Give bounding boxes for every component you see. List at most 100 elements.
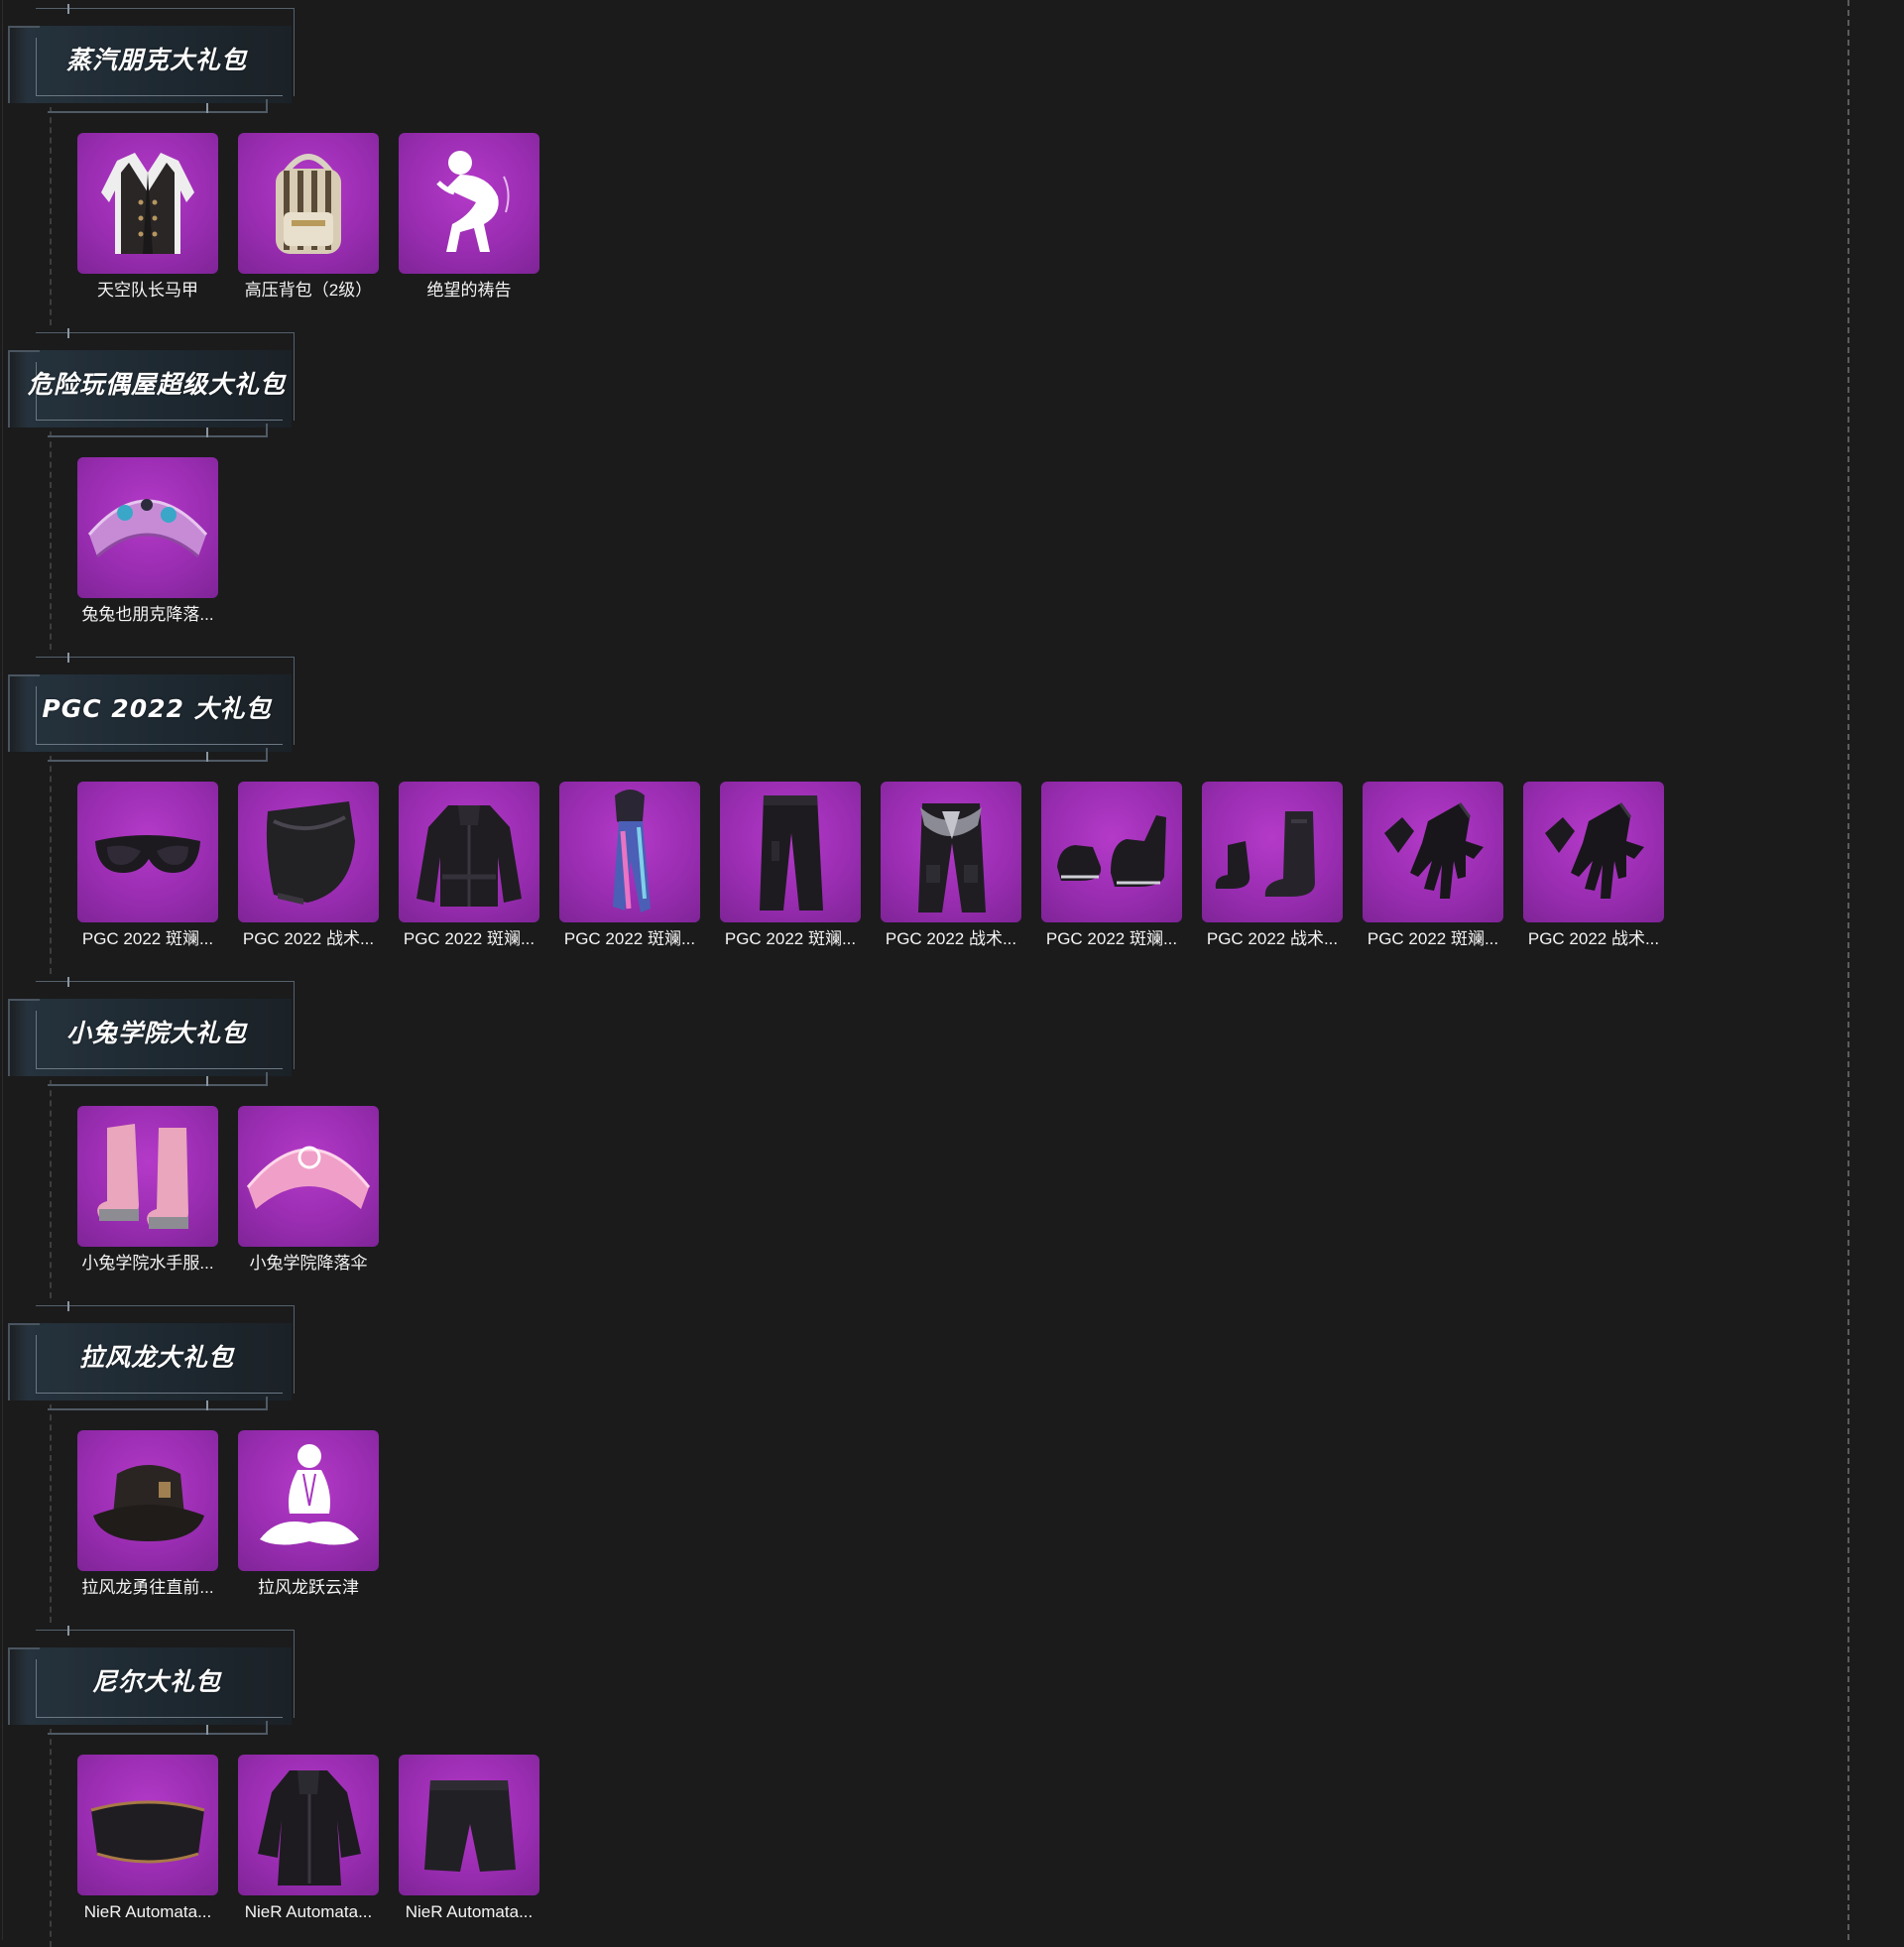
header-frame-tick — [67, 4, 69, 14]
reward-item[interactable]: 小兔学院水手服... — [77, 1106, 222, 1275]
reward-item[interactable]: 小兔学院降落伞 — [238, 1106, 383, 1275]
section-dashed-rail — [50, 1080, 52, 1298]
blindfold-icon — [90, 1800, 205, 1864]
item-tile[interactable] — [238, 133, 379, 274]
item-tile[interactable] — [77, 782, 218, 922]
item-label: NieR Automata... — [244, 1902, 373, 1921]
item-label: 小兔学院水手服... — [81, 1254, 214, 1273]
item-tile[interactable] — [238, 1755, 379, 1895]
item-label: PGC 2022 战术... — [885, 929, 1017, 948]
reward-item[interactable]: PGC 2022 战术... — [1523, 782, 1668, 950]
reward-item[interactable]: 拉风龙勇往直前... — [77, 1430, 222, 1599]
item-label: PGC 2022 斑斓... — [403, 929, 536, 948]
goggles-icon — [95, 835, 200, 873]
mask-icon — [266, 801, 355, 905]
header-frame-tick — [206, 1400, 208, 1410]
item-tile[interactable] — [559, 782, 700, 922]
reward-item[interactable]: 拉风龙跃云津 — [238, 1430, 383, 1599]
gloves-icon — [1545, 802, 1644, 899]
item-tile[interactable] — [77, 1430, 218, 1571]
item-tile[interactable] — [77, 1755, 218, 1895]
reward-item[interactable]: PGC 2022 斑斓... — [720, 782, 865, 950]
header-frame — [48, 99, 268, 113]
gift-pack-section: 尼尔大礼包 NieR Automata... NieR Automata... … — [0, 1622, 1844, 1947]
reward-item[interactable]: 天空队长马甲 — [77, 133, 222, 302]
item-tile[interactable] — [720, 782, 861, 922]
item-label: PGC 2022 斑斓... — [563, 929, 696, 948]
emote-prayer-icon — [436, 151, 510, 252]
item-tile[interactable] — [399, 782, 539, 922]
section-title: PGC 2022 大礼包 — [42, 694, 272, 723]
gift-pack-list: 蒸汽朋克大礼包 天空队长马甲 高压背包（2级） 绝望的祷告 危险玩偶屋超级大礼包… — [0, 0, 1904, 1947]
reward-item[interactable]: PGC 2022 战术... — [1202, 782, 1347, 950]
header-frame-tick — [67, 653, 69, 663]
header-frame-tick — [67, 1301, 69, 1311]
section-dashed-rail — [50, 107, 52, 325]
section-header: 拉风龙大礼包 — [8, 1301, 295, 1411]
reward-item[interactable]: 高压背包（2级） — [238, 133, 383, 302]
reward-item[interactable]: PGC 2022 斑斓... — [77, 782, 222, 950]
reward-item[interactable]: PGC 2022 战术... — [238, 782, 383, 950]
item-tile[interactable] — [77, 457, 218, 598]
coat-icon — [258, 1770, 361, 1886]
item-label: PGC 2022 战术... — [1206, 929, 1339, 948]
reward-item[interactable]: PGC 2022 斑斓... — [1363, 782, 1507, 950]
shoes-icon — [1057, 815, 1166, 887]
pink-boots-icon — [97, 1124, 188, 1229]
header-frame — [48, 1721, 268, 1735]
reward-item[interactable]: PGC 2022 斑斓... — [1041, 782, 1186, 950]
pants-icon — [760, 795, 823, 911]
item-tile[interactable] — [1041, 782, 1182, 922]
gift-pack-section: 拉风龙大礼包 拉风龙勇往直前... 拉风龙跃云津 — [0, 1297, 1844, 1623]
item-tile[interactable] — [238, 1430, 379, 1571]
reward-item[interactable]: 绝望的祷告 — [399, 133, 543, 302]
section-dashed-rail — [50, 431, 52, 650]
item-tile[interactable] — [399, 1755, 539, 1895]
pink-parachute-icon — [246, 1146, 371, 1209]
reward-item[interactable]: PGC 2022 斑斓... — [559, 782, 704, 950]
bucket-hat-icon — [93, 1465, 204, 1541]
item-label: PGC 2022 战术... — [242, 929, 375, 948]
item-label: 拉风龙勇往直前... — [81, 1578, 214, 1597]
reward-item[interactable]: 兔兔也朋克降落... — [77, 457, 222, 626]
gift-pack-section: PGC 2022 大礼包 PGC 2022 斑斓... PGC 2022 战术.… — [0, 649, 1844, 974]
section-header: PGC 2022 大礼包 — [8, 653, 295, 763]
reward-item[interactable]: NieR Automata... — [238, 1755, 383, 1923]
header-frame — [48, 1072, 268, 1086]
item-tile[interactable] — [77, 1106, 218, 1247]
reward-item[interactable]: PGC 2022 战术... — [881, 782, 1025, 950]
item-tile[interactable] — [238, 1106, 379, 1247]
item-label: 高压背包（2级） — [244, 281, 373, 300]
section-title: 小兔学院大礼包 — [65, 1019, 247, 1047]
header-frame-tick — [206, 427, 208, 437]
section-header: 蒸汽朋克大礼包 — [8, 4, 295, 114]
section-title: 危险玩偶屋超级大礼包 — [28, 370, 287, 399]
item-tile[interactable] — [1363, 782, 1503, 922]
item-tile[interactable] — [1523, 782, 1664, 922]
item-label: 绝望的祷告 — [426, 281, 512, 300]
item-label: 兔兔也朋克降落... — [81, 605, 214, 624]
item-tile[interactable] — [77, 133, 218, 274]
header-frame-tick — [67, 1626, 69, 1636]
reward-item[interactable]: NieR Automata... — [399, 1755, 543, 1923]
shorts-icon — [424, 1780, 516, 1872]
gift-pack-section: 危险玩偶屋超级大礼包 兔兔也朋克降落... — [0, 324, 1844, 650]
item-tile[interactable] — [881, 782, 1021, 922]
section-title: 拉风龙大礼包 — [78, 1343, 234, 1372]
item-tile[interactable] — [238, 782, 379, 922]
item-label: PGC 2022 斑斓... — [724, 929, 857, 948]
header-frame-tick — [206, 1076, 208, 1086]
item-tile[interactable] — [1202, 782, 1343, 922]
reward-item[interactable]: PGC 2022 斑斓... — [399, 782, 543, 950]
header-frame — [48, 424, 268, 437]
section-header: 小兔学院大礼包 — [8, 977, 295, 1087]
jacket-icon — [416, 805, 522, 907]
reward-item[interactable]: NieR Automata... — [77, 1755, 222, 1923]
item-tile[interactable] — [399, 133, 539, 274]
hood-scarf-icon — [613, 790, 651, 913]
vest-icon — [101, 153, 194, 254]
section-title: 蒸汽朋克大礼包 — [65, 46, 247, 74]
item-label: 小兔学院降落伞 — [249, 1254, 368, 1273]
item-label: 拉风龙跃云津 — [258, 1578, 359, 1597]
section-dashed-rail — [50, 1729, 52, 1947]
